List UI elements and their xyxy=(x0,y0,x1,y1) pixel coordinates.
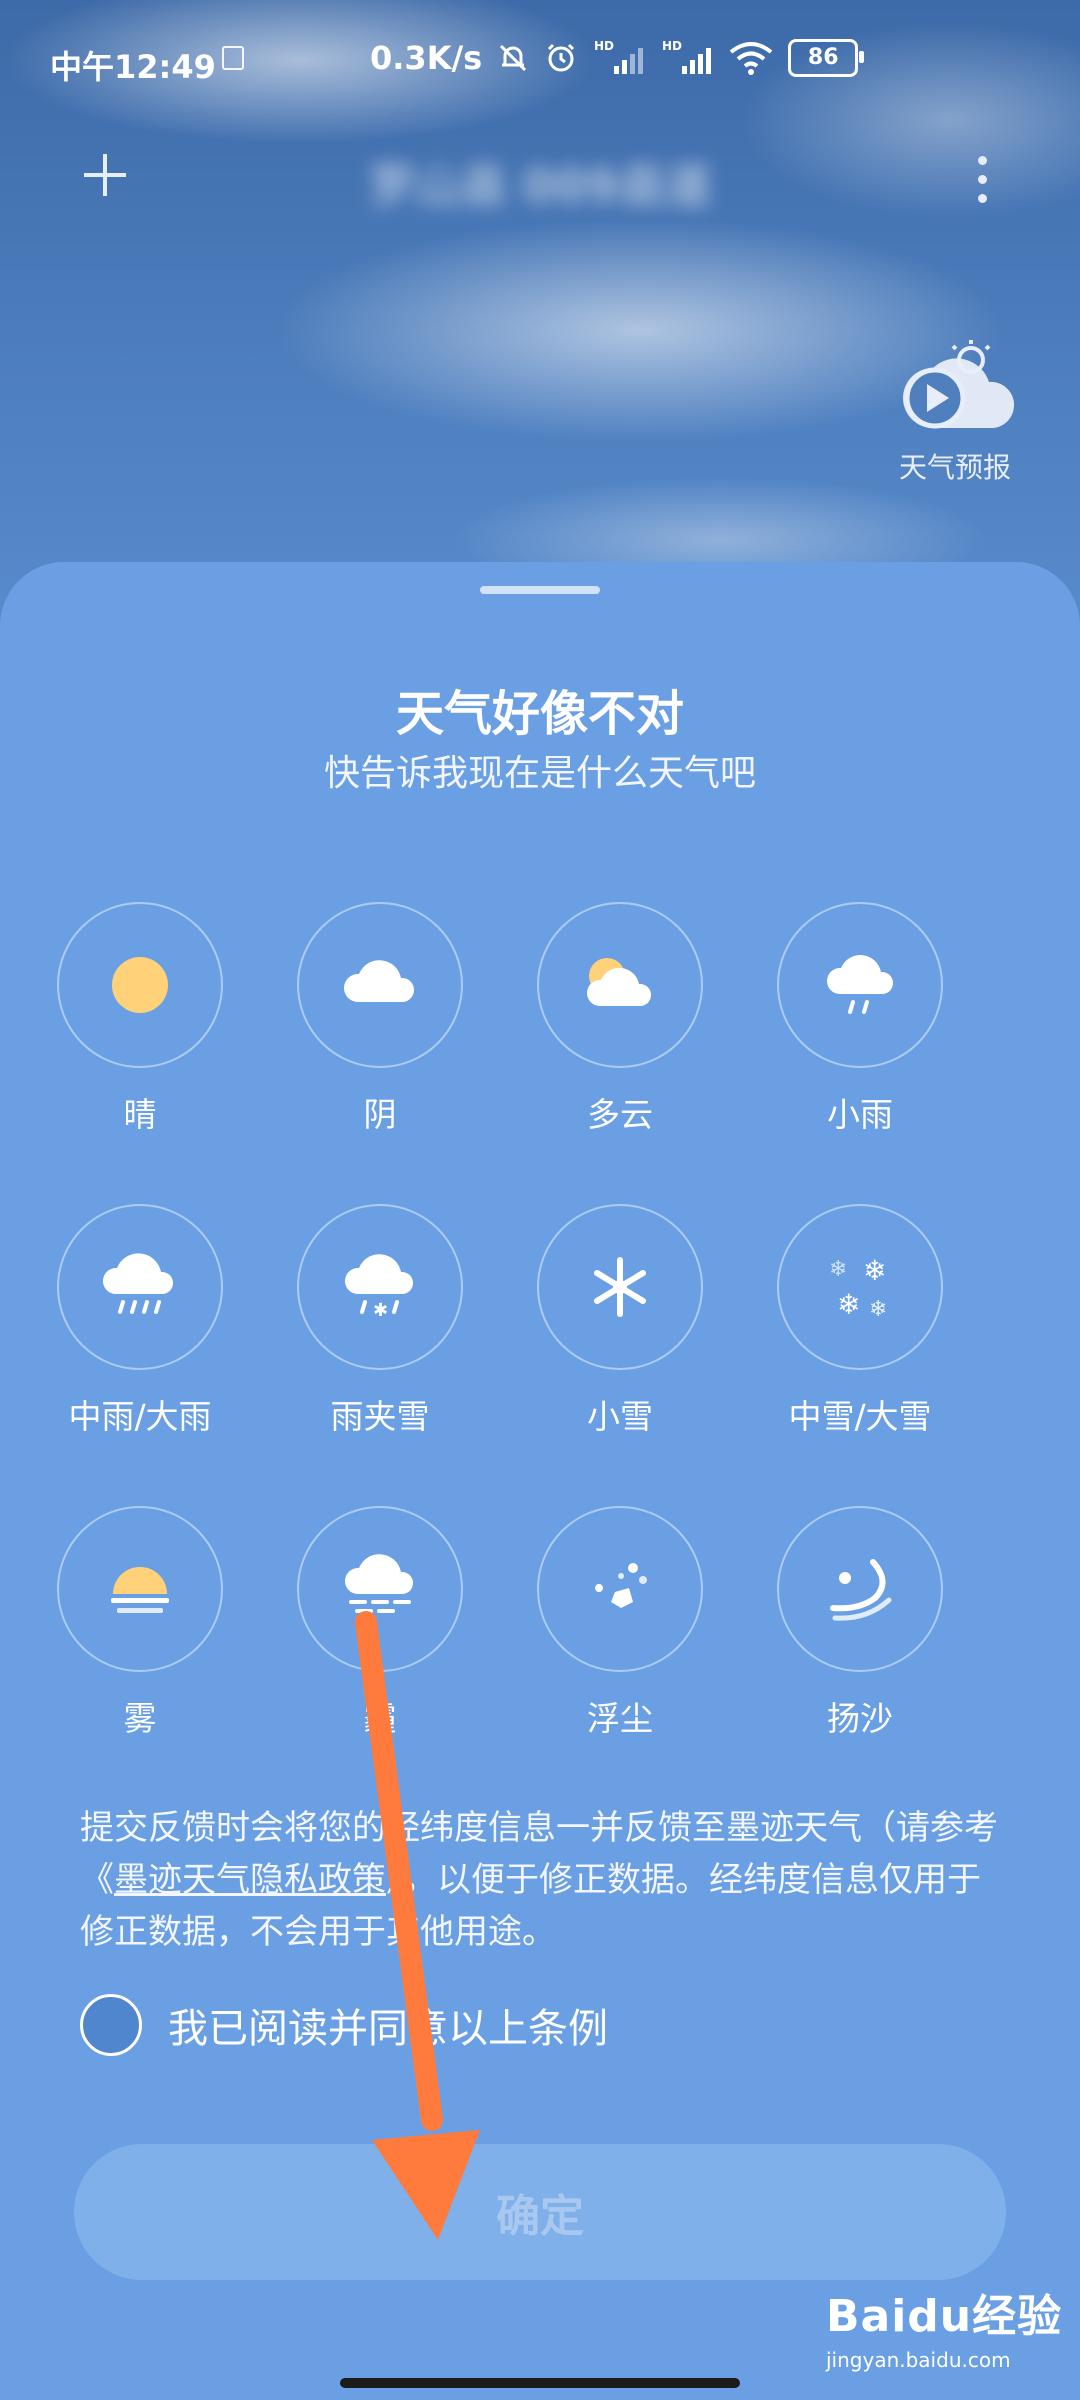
option-circle xyxy=(57,902,223,1068)
battery-icon: 86 xyxy=(788,39,865,77)
forecast-label: 天气预报 xyxy=(898,451,1011,484)
sheet-title: 天气好像不对 xyxy=(395,686,684,742)
weather-option-overcast[interactable]: 阴 xyxy=(260,902,500,1162)
weather-option-sandstorm[interactable]: 扬沙 xyxy=(740,1506,980,1766)
option-circle: ❄ ❄ ❄ ❄ xyxy=(777,1204,943,1370)
option-label: 扬沙 xyxy=(827,1699,893,1738)
option-circle xyxy=(777,1506,943,1672)
confirm-button[interactable]: 确定 xyxy=(74,2144,1006,2280)
option-circle xyxy=(297,1506,463,1672)
option-label: 小雪 xyxy=(587,1397,653,1436)
more-menu-button[interactable] xyxy=(974,156,990,206)
option-label: 多云 xyxy=(587,1095,653,1134)
agree-radio[interactable] xyxy=(80,1994,142,2056)
light-rain-icon xyxy=(826,955,894,1014)
option-label: 小雨 xyxy=(827,1095,893,1134)
weather-option-heavy-snow[interactable]: ❄ ❄ ❄ ❄ 中雪/大雪 xyxy=(740,1204,980,1464)
sheet-drag-handle[interactable] xyxy=(480,586,600,594)
partly-cloudy-icon xyxy=(586,958,652,1006)
weather-option-fog[interactable]: 雾 xyxy=(20,1506,260,1766)
option-circle xyxy=(297,902,463,1068)
weather-option-sleet[interactable]: ✱ 雨夹雪 xyxy=(260,1204,500,1464)
signal-hd-icon-2: HD xyxy=(662,39,712,74)
agree-row[interactable]: 我已阅读并同意以上条例 xyxy=(80,1990,608,2060)
city-name[interactable]: 罗山县 009县道 xyxy=(340,150,740,213)
weather-option-haze[interactable]: 霾 xyxy=(260,1506,500,1766)
heavy-snow-icon: ❄ ❄ ❄ ❄ xyxy=(829,1254,887,1322)
status-time: 中午12:49 xyxy=(50,48,216,86)
privacy-notice: 提交反馈时会将您的经纬度信息一并反馈至墨迹天气（请参考《墨迹天气隐私政策》，以便… xyxy=(80,1802,1000,1958)
sheet-subtitle: 快告诉我现在是什么天气吧 xyxy=(323,753,756,794)
wifi-icon xyxy=(729,42,773,75)
status-bar: 中午12:49 0.3K/s HD HD 86 xyxy=(50,36,1030,92)
sandstorm-icon xyxy=(830,1559,892,1621)
agree-label: 我已阅读并同意以上条例 xyxy=(168,2006,608,2052)
cloud-icon xyxy=(343,960,415,1002)
more-dot xyxy=(977,194,987,203)
svg-text:❄: ❄ xyxy=(837,1288,860,1321)
svg-text:HD: HD xyxy=(594,39,614,53)
net-speed: 0.3K/s xyxy=(370,39,483,77)
option-circle: ✱ xyxy=(297,1204,463,1370)
signal-hd-icon: HD xyxy=(594,39,644,74)
privacy-policy-link[interactable]: 墨迹天气隐私政策 xyxy=(114,1860,386,1900)
option-label: 雾 xyxy=(123,1699,157,1738)
sleet-icon: ✱ xyxy=(344,1254,414,1321)
plus-icon xyxy=(84,154,126,196)
baidu-watermark: Baidu经验 jingyan.baidu.com xyxy=(826,2280,1066,2390)
add-city-button[interactable] xyxy=(80,150,130,200)
alarm-icon xyxy=(548,43,575,72)
status-icons: 0.3K/s HD HD 86 xyxy=(370,38,865,78)
option-label: 中雪/大雪 xyxy=(788,1397,932,1436)
svg-text:❄: ❄ xyxy=(863,1254,886,1287)
option-label: 阴 xyxy=(363,1095,397,1134)
watermark-brand: Baidu经验 xyxy=(826,2291,1063,2342)
option-label: 霾 xyxy=(363,1699,397,1738)
option-circle xyxy=(537,1506,703,1672)
more-dot xyxy=(977,156,987,165)
fog-icon xyxy=(111,1567,169,1613)
option-circle xyxy=(777,902,943,1068)
weather-option-heavy-rain[interactable]: 中雨/大雨 xyxy=(20,1204,260,1464)
sim-icon xyxy=(222,46,244,70)
svg-text:❄: ❄ xyxy=(869,1297,887,1322)
feedback-sheet: 天气好像不对 快告诉我现在是什么天气吧 晴 阴 多云 小雨 中雨/大雨 ✱ 雨夹… xyxy=(0,562,1080,2400)
snowflake-icon xyxy=(594,1257,646,1317)
weather-option-cloudy[interactable]: 多云 xyxy=(500,902,740,1162)
bell-muted-icon xyxy=(500,44,527,72)
weather-option-sunny[interactable]: 晴 xyxy=(20,902,260,1162)
weather-option-dust[interactable]: 浮尘 xyxy=(500,1506,740,1766)
option-circle xyxy=(537,1204,703,1370)
svg-text:✱: ✱ xyxy=(373,1300,388,1321)
haze-icon xyxy=(344,1554,414,1613)
more-dot xyxy=(977,175,987,184)
option-label: 中雨/大雨 xyxy=(68,1397,212,1436)
weather-option-light-rain[interactable]: 小雨 xyxy=(740,902,980,1162)
dust-icon xyxy=(595,1563,647,1608)
weather-option-light-snow[interactable]: 小雪 xyxy=(500,1204,740,1464)
sun-icon xyxy=(112,957,168,1013)
option-circle xyxy=(537,902,703,1068)
option-circle xyxy=(57,1204,223,1370)
heavy-rain-icon xyxy=(102,1253,174,1314)
play-cloud-icon xyxy=(903,340,1015,429)
option-label: 雨夹雪 xyxy=(330,1397,430,1436)
option-label: 浮尘 xyxy=(587,1699,653,1738)
gesture-bar[interactable] xyxy=(340,2378,740,2388)
option-label: 晴 xyxy=(123,1095,157,1134)
option-circle xyxy=(57,1506,223,1672)
watermark-url: jingyan.baidu.com xyxy=(826,2348,1011,2372)
svg-text:❄: ❄ xyxy=(829,1257,847,1282)
forecast-video-button[interactable]: 天气预报 xyxy=(890,340,1020,486)
svg-text:HD: HD xyxy=(662,39,682,53)
